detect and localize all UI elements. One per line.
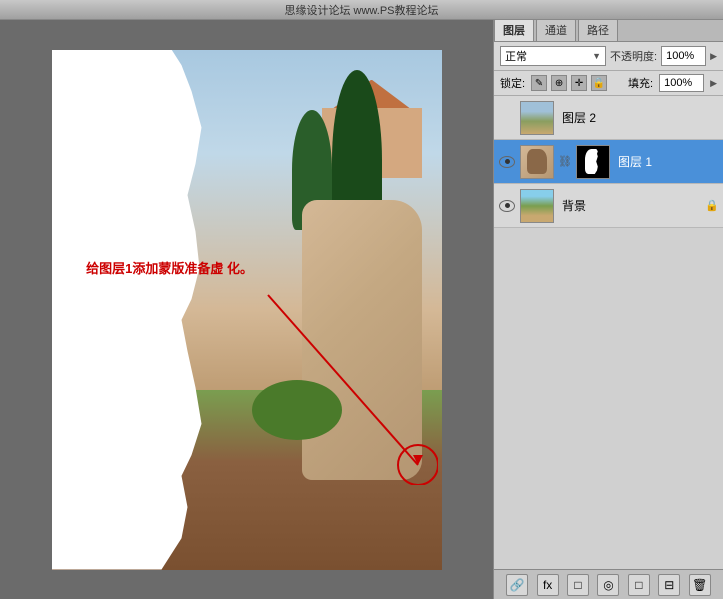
fill-input[interactable]: 100% bbox=[659, 74, 704, 92]
tab-layers[interactable]: 图层 bbox=[494, 20, 534, 41]
layer-1-mask-thumbnail[interactable] bbox=[576, 145, 610, 179]
bush bbox=[252, 380, 342, 440]
delete-layer-btn[interactable]: 🗑 bbox=[689, 574, 711, 596]
blend-mode-value: 正常 bbox=[505, 48, 527, 64]
statue bbox=[302, 200, 422, 480]
eye-icon-1 bbox=[499, 156, 515, 168]
layer-1-statue-shape bbox=[527, 149, 546, 175]
lock-lock-btn[interactable]: 🔒 bbox=[591, 75, 607, 91]
blend-mode-select[interactable]: 正常 ▼ bbox=[500, 46, 606, 66]
new-layer-btn[interactable]: ⊟ bbox=[658, 574, 680, 596]
tab-channels[interactable]: 通道 bbox=[536, 20, 576, 41]
layer-bg-thumbnail bbox=[520, 189, 554, 223]
layer-bg-lock: 🔒 bbox=[705, 199, 719, 212]
layers-panel: 图层 通道 路径 正常 ▼ 不透明度: 100% ▶ 锁定: ✎ ⊕ ✛ 🔒 bbox=[493, 20, 723, 599]
eye-icon-bg bbox=[499, 200, 515, 212]
lock-label: 锁定: bbox=[500, 75, 525, 91]
layer-1-thumb-image bbox=[521, 146, 553, 178]
layer-item-bg[interactable]: 背景 🔒 bbox=[494, 184, 723, 228]
fx-btn[interactable]: fx bbox=[537, 574, 559, 596]
fill-label: 填充: bbox=[628, 75, 653, 91]
adjustment-btn[interactable]: ◎ bbox=[597, 574, 619, 596]
chain-icon: ⛓ bbox=[558, 155, 572, 168]
photo-container bbox=[52, 50, 442, 570]
tab-paths[interactable]: 路径 bbox=[578, 20, 618, 41]
lock-pixels-btn[interactable]: ✎ bbox=[531, 75, 547, 91]
layer-link-icon: ⛓ bbox=[558, 155, 572, 168]
layer-item-2[interactable]: 图层 2 bbox=[494, 96, 723, 140]
add-mask-btn[interactable]: □ bbox=[567, 574, 589, 596]
title-bar: 思缘设计论坛 www.PS教程论坛 bbox=[0, 0, 723, 20]
panel-bottom: 🔗 fx □ ◎ □ ⊟ 🗑 bbox=[494, 569, 723, 599]
lock-row: 锁定: ✎ ⊕ ✛ 🔒 填充: 100% ▶ bbox=[494, 71, 723, 96]
link-layers-btn[interactable]: 🔗 bbox=[506, 574, 528, 596]
blend-mode-chevron: ▼ bbox=[592, 51, 601, 61]
lock-position-btn[interactable]: ⊕ bbox=[551, 75, 567, 91]
mask-thumb bbox=[577, 146, 609, 178]
title-text: 思缘设计论坛 www.PS教程论坛 bbox=[284, 2, 438, 18]
layer-2-name: 图层 2 bbox=[558, 109, 719, 126]
layer-2-thumb-image bbox=[521, 102, 553, 134]
layer-bg-thumb-image bbox=[521, 190, 553, 222]
blend-mode-row: 正常 ▼ 不透明度: 100% ▶ bbox=[494, 42, 723, 71]
mask-white-shape bbox=[585, 149, 601, 175]
opacity-chevron: ▶ bbox=[710, 51, 717, 62]
eye-pupil-bg bbox=[505, 203, 510, 208]
layer-1-visibility[interactable] bbox=[498, 153, 516, 171]
group-btn[interactable]: □ bbox=[628, 574, 650, 596]
layer-2-visibility[interactable] bbox=[498, 109, 516, 127]
layer-1-name: 图层 1 bbox=[614, 153, 719, 170]
layer-item-1[interactable]: ⛓ 图层 1 bbox=[494, 140, 723, 184]
main-content: 给图层1添加蒙版准备虚 化。 图层 通道 路径 正常 ▼ 不透明度: 100% bbox=[0, 20, 723, 599]
canvas-area: 给图层1添加蒙版准备虚 化。 bbox=[0, 20, 493, 599]
layer-2-thumbnail bbox=[520, 101, 554, 135]
lock-icons: ✎ ⊕ ✛ 🔒 bbox=[531, 75, 607, 91]
layer-bg-visibility[interactable] bbox=[498, 197, 516, 215]
eye-pupil-1 bbox=[505, 159, 510, 164]
opacity-label: 不透明度: bbox=[610, 48, 657, 64]
lock-all-btn[interactable]: ✛ bbox=[571, 75, 587, 91]
layers-list: 图层 2 ⛓ bbox=[494, 96, 723, 569]
opacity-input[interactable]: 100% bbox=[661, 46, 706, 66]
panel-tabs: 图层 通道 路径 bbox=[494, 20, 723, 42]
layer-bg-name: 背景 bbox=[558, 197, 701, 214]
fill-chevron: ▶ bbox=[710, 78, 717, 89]
layer-1-thumbnail bbox=[520, 145, 554, 179]
